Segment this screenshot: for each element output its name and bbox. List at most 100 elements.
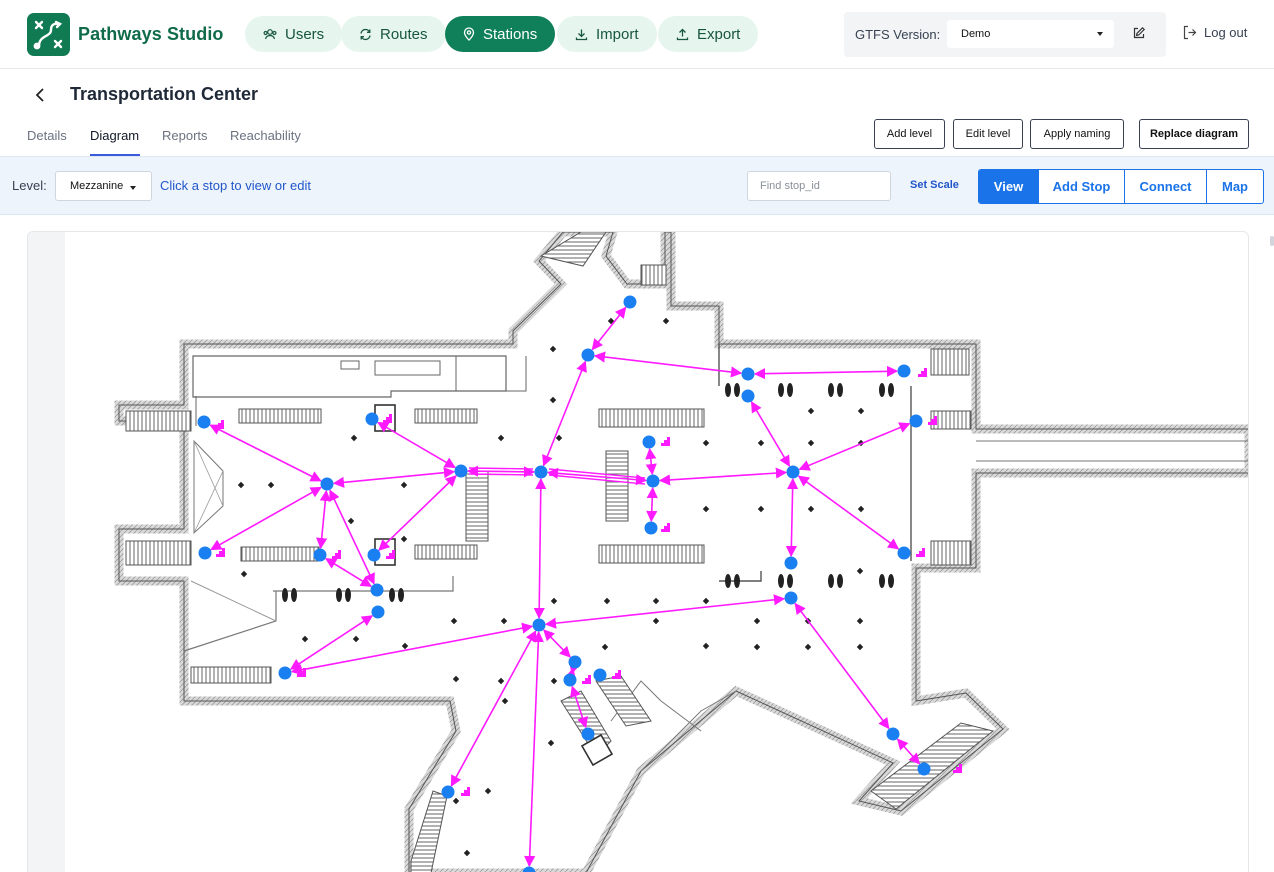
edit-level-button[interactable]: Edit level (953, 119, 1023, 149)
stop-node[interactable] (909, 414, 923, 428)
pathway-edge[interactable] (468, 467, 534, 470)
pathway-edge[interactable] (533, 477, 547, 620)
mode-map-button[interactable]: Map (1207, 170, 1263, 203)
stop-node[interactable] (197, 415, 211, 429)
pathway-edge[interactable] (753, 365, 899, 380)
stop-node[interactable] (642, 435, 656, 449)
stop-node[interactable] (320, 477, 334, 491)
stop-node[interactable] (581, 348, 595, 362)
pathways-logo-icon[interactable] (27, 13, 70, 56)
nav-users[interactable]: Users (245, 16, 343, 52)
stairs-icon (332, 550, 341, 559)
add-level-button[interactable]: Add level (874, 119, 945, 149)
nav-export[interactable]: Export (658, 16, 759, 52)
stop-node[interactable] (278, 666, 292, 680)
column-marker (702, 439, 710, 447)
mode-view-button[interactable]: View (979, 170, 1039, 203)
stop-node[interactable] (365, 412, 379, 426)
edit-icon[interactable] (1132, 26, 1146, 40)
stop-node[interactable] (897, 364, 911, 378)
level-select[interactable]: Mezzanine (55, 171, 152, 201)
column-marker (652, 597, 660, 605)
pathway-edge[interactable] (378, 475, 457, 551)
pathway-edge[interactable] (896, 738, 921, 765)
gtfs-version-select[interactable]: Demo (947, 20, 1114, 48)
stop-node[interactable] (581, 727, 595, 741)
pathway-edge[interactable] (750, 401, 791, 467)
stop-node[interactable] (454, 464, 468, 478)
stop-node[interactable] (313, 548, 327, 562)
mode-connect-button[interactable]: Connect (1125, 170, 1207, 203)
nav-stations[interactable]: Stations (445, 16, 556, 52)
stop-node[interactable] (741, 367, 755, 381)
stairs-icon (661, 437, 670, 446)
pathway-edge[interactable] (544, 594, 786, 629)
tab-reachability[interactable]: Reachability (230, 128, 301, 143)
stop-node[interactable] (786, 465, 800, 479)
pathway-edge[interactable] (209, 424, 322, 482)
stop-node[interactable] (784, 591, 798, 605)
pathway-edge[interactable] (785, 477, 799, 558)
station-floorplan[interactable] (28, 232, 1249, 872)
nav-import[interactable]: Import (557, 16, 657, 52)
pathway-edge[interactable] (543, 629, 571, 658)
pathway-edge[interactable] (316, 489, 331, 550)
column-marker (804, 643, 812, 651)
stop-node[interactable] (370, 583, 384, 597)
stop-node[interactable] (623, 295, 637, 309)
stop-node[interactable] (522, 866, 536, 872)
mode-add-stop-button[interactable]: Add Stop (1039, 170, 1125, 203)
stop-node[interactable] (886, 727, 900, 741)
nav-routes[interactable]: Routes (341, 16, 446, 52)
stop-node[interactable] (568, 655, 582, 669)
pathway-edge[interactable] (798, 422, 911, 471)
pathway-edge[interactable] (210, 486, 322, 551)
stop-node[interactable] (917, 762, 931, 776)
pathway-edge[interactable] (658, 467, 788, 486)
pathway-edge[interactable] (466, 465, 536, 478)
pathway-edge[interactable] (450, 630, 537, 787)
find-stop-input[interactable] (747, 171, 891, 201)
pathway-edge[interactable] (468, 473, 534, 476)
column-marker (401, 642, 409, 650)
pathway-edge[interactable] (797, 475, 900, 550)
pathway-edge[interactable] (329, 489, 375, 585)
stop-node[interactable] (644, 521, 658, 535)
pathway-edge[interactable] (377, 421, 456, 469)
stop-node[interactable] (897, 546, 911, 560)
stop-node[interactable] (371, 605, 385, 619)
pathway-edge[interactable] (542, 360, 587, 467)
scrollbar-thumb[interactable] (1270, 236, 1274, 246)
pathway-edge[interactable] (290, 622, 534, 676)
apply-naming-button[interactable]: Apply naming (1030, 119, 1124, 149)
pathway-edge[interactable] (591, 306, 627, 351)
set-scale-link[interactable]: Set Scale (910, 179, 959, 191)
tab-diagram[interactable]: Diagram (90, 128, 139, 143)
column-marker (452, 675, 460, 683)
column-marker (463, 849, 471, 857)
pathway-edge[interactable] (646, 486, 658, 523)
pathway-edge[interactable] (645, 447, 657, 476)
stop-node[interactable] (784, 556, 798, 570)
stop-node[interactable] (441, 785, 455, 799)
pathway-edge[interactable] (794, 602, 890, 730)
stop-node[interactable] (593, 668, 607, 682)
pathway-edge[interactable] (332, 467, 456, 488)
stop-node[interactable] (534, 465, 548, 479)
pathway-edge[interactable] (289, 615, 374, 670)
tab-reports[interactable]: Reports (162, 128, 208, 143)
stop-node[interactable] (532, 618, 546, 632)
back-arrow-icon[interactable] (34, 87, 48, 103)
logout-button[interactable]: Log out (1182, 25, 1247, 40)
pathway-edge[interactable] (524, 630, 544, 868)
pathway-edge[interactable] (565, 662, 580, 680)
diagram-canvas[interactable] (27, 231, 1249, 872)
stop-node[interactable] (563, 673, 577, 687)
replace-diagram-button[interactable]: Replace diagram (1139, 119, 1249, 149)
stop-nodes[interactable] (197, 295, 963, 872)
stop-node[interactable] (741, 389, 755, 403)
stop-node[interactable] (646, 474, 660, 488)
stop-node[interactable] (198, 546, 212, 560)
tab-details[interactable]: Details (27, 128, 67, 143)
stop-node[interactable] (367, 548, 381, 562)
